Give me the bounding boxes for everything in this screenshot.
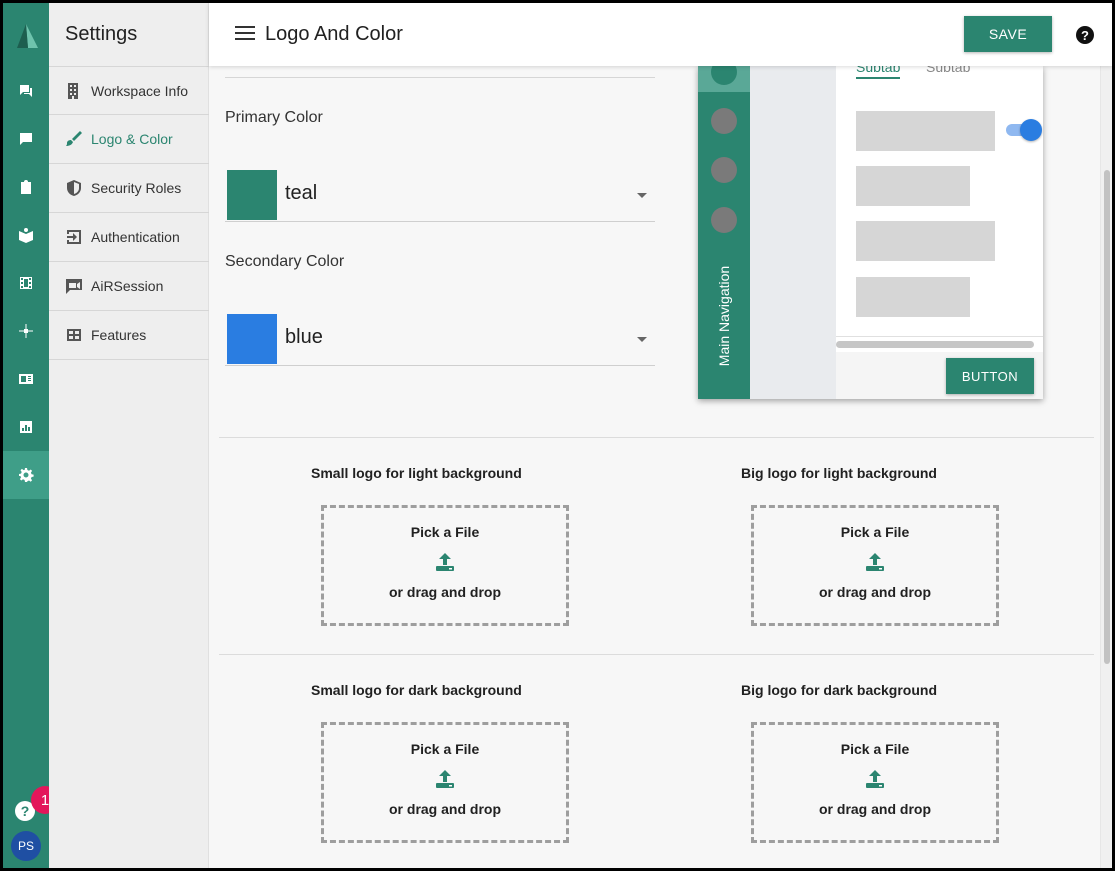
preview-nav-label: Main Navigation <box>716 265 732 367</box>
sidebar-item-label: AiRSession <box>91 278 164 294</box>
secondary-color-label: Secondary Color <box>225 253 345 270</box>
main-content: Primary Color teal Secondary Color blue … <box>209 66 1094 868</box>
preview-placeholder <box>856 221 995 261</box>
login-icon <box>67 230 81 244</box>
divider <box>219 437 1094 438</box>
big-logo-light-label: Big logo for light background <box>741 465 937 481</box>
preview-placeholder <box>856 166 970 206</box>
sidebar-item-label: Features <box>91 327 147 343</box>
sidebar-item-label: Authentication <box>91 229 180 245</box>
features-icon <box>67 329 81 341</box>
big-logo-dark-dropzone[interactable]: Pick a File or drag and drop <box>751 722 999 843</box>
preview-nav-dot <box>711 157 737 183</box>
save-button[interactable]: SAVE <box>964 16 1052 52</box>
shield-icon <box>67 180 81 196</box>
preview-nav-dot <box>711 207 737 233</box>
big-logo-dark-label: Big logo for dark background <box>741 682 938 698</box>
theme-preview: Main Navigation Subtab Subtab BUTTON <box>698 66 1043 399</box>
building-icon <box>68 82 78 99</box>
preview-tab: Subtab <box>856 66 901 79</box>
secondary-color-select[interactable]: blue <box>225 312 655 366</box>
preview-toggle-knob <box>1020 119 1042 141</box>
small-logo-light-dropzone[interactable]: Pick a File or drag and drop <box>321 505 569 626</box>
sidebar-item-workspace-info[interactable]: Workspace Info <box>49 66 209 115</box>
primary-color-select[interactable]: teal <box>225 168 655 222</box>
divider <box>836 336 1043 337</box>
chart-icon[interactable] <box>3 403 49 451</box>
pick-file-label: Pick a File <box>410 524 480 540</box>
page-title: Logo And Color <box>265 23 403 45</box>
app-logo-icon[interactable] <box>11 21 41 51</box>
clipboard-icon[interactable] <box>3 163 49 211</box>
gear-icon[interactable] <box>3 451 49 499</box>
small-logo-light-label: Small logo for light background <box>311 465 522 481</box>
drag-drop-label: or drag and drop <box>819 584 931 600</box>
preview-nav-dot <box>711 108 737 134</box>
preview-placeholder <box>856 277 970 317</box>
preview-placeholder <box>856 111 995 151</box>
sidebar-item-label: Logo & Color <box>91 131 173 147</box>
sidebar-item-features[interactable]: Features <box>49 311 209 360</box>
brush-icon <box>66 131 82 146</box>
main-rail: ? 1 PS <box>3 3 59 868</box>
drag-drop-label: or drag and drop <box>389 801 501 817</box>
sidebar-item-airsession[interactable]: AiRSession <box>49 262 209 311</box>
upload-icon <box>436 553 454 571</box>
secondary-color-swatch <box>227 314 277 364</box>
upload-icon <box>436 770 454 788</box>
chat-icon[interactable] <box>3 67 49 115</box>
upload-icon <box>866 553 884 571</box>
video-icon <box>66 279 82 294</box>
svg-text:?: ? <box>21 803 30 819</box>
secondary-color-value: blue <box>285 326 323 348</box>
preview-sidebar <box>750 66 836 399</box>
small-logo-dark-label: Small logo for dark background <box>311 682 522 698</box>
pick-file-label: Pick a File <box>840 741 910 757</box>
small-logo-dark-dropzone[interactable]: Pick a File or drag and drop <box>321 722 569 843</box>
avatar[interactable]: PS <box>11 831 41 861</box>
sidebar-item-logo-color[interactable]: Logo & Color <box>49 115 209 164</box>
drag-drop-label: or drag and drop <box>819 801 931 817</box>
preview-button: BUTTON <box>946 358 1034 394</box>
sidebar-item-security-roles[interactable]: Security Roles <box>49 164 209 213</box>
pick-file-label: Pick a File <box>410 741 480 757</box>
book-icon[interactable] <box>3 211 49 259</box>
film-icon[interactable] <box>3 259 49 307</box>
menu-icon[interactable] <box>235 25 255 41</box>
big-logo-light-dropzone[interactable]: Pick a File or drag and drop <box>751 505 999 626</box>
upload-icon <box>866 770 884 788</box>
id-card-icon[interactable] <box>3 355 49 403</box>
app-window: ? 1 PS Settings Workspace Info Logo & Co… <box>3 3 1112 868</box>
settings-list: Workspace Info Logo & Color Security Rol… <box>49 66 209 360</box>
preview-scrollbar <box>836 341 1034 348</box>
pick-file-label: Pick a File <box>840 524 910 540</box>
preview-tab: Subtab <box>926 66 971 75</box>
primary-color-swatch <box>227 170 277 220</box>
divider <box>219 654 1094 655</box>
help-circle-icon[interactable]: ? <box>1075 25 1095 45</box>
primary-color-label: Primary Color <box>225 109 323 126</box>
preview-main: Subtab Subtab BUTTON <box>836 66 1043 399</box>
page-header: Logo And Color SAVE ? <box>209 3 1112 66</box>
chevron-down-icon <box>637 337 647 342</box>
drag-drop-label: or drag and drop <box>389 584 501 600</box>
sidebar-item-label: Security Roles <box>91 180 182 196</box>
divider <box>225 77 655 78</box>
message-icon[interactable] <box>3 115 49 163</box>
page-scrollbar[interactable] <box>1100 66 1112 868</box>
scrollbar-thumb[interactable] <box>1104 170 1110 664</box>
svg-text:?: ? <box>1081 28 1089 43</box>
sidebar-item-authentication[interactable]: Authentication <box>49 213 209 262</box>
settings-sidebar: Settings Workspace Info Logo & Color Sec… <box>49 3 209 868</box>
settings-title: Settings <box>65 23 138 45</box>
preview-main-navigation: Main Navigation <box>698 66 750 399</box>
sparkle-icon[interactable] <box>3 307 49 355</box>
primary-color-value: teal <box>285 182 318 204</box>
sidebar-item-label: Workspace Info <box>91 82 189 99</box>
chevron-down-icon <box>637 193 647 198</box>
